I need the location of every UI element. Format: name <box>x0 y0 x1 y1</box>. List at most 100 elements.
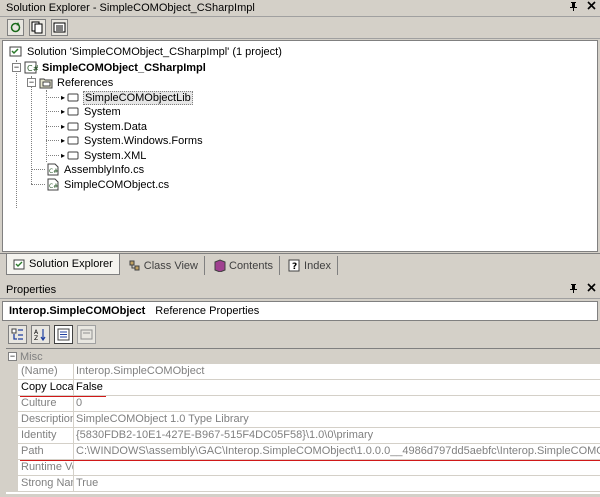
category-misc[interactable]: − Misc <box>6 349 600 364</box>
reference-label: System <box>84 105 121 118</box>
properties-icon <box>53 22 66 33</box>
tab-index[interactable]: ? Index <box>282 256 338 275</box>
property-value: True <box>76 477 99 489</box>
book-icon <box>214 259 226 272</box>
files-icon <box>31 21 43 34</box>
property-row[interactable]: (Name) Interop.SimpleCOMObject <box>6 364 600 380</box>
properties-button[interactable] <box>51 19 68 36</box>
property-key: Identity <box>18 428 74 443</box>
reference-icon <box>66 149 80 162</box>
reference-label: System.XML <box>84 149 147 162</box>
tab-class-view[interactable]: Class View <box>122 256 205 275</box>
property-key: Path <box>18 444 74 459</box>
reference-icon <box>66 105 80 118</box>
alphabetical-button[interactable]: AZ <box>31 324 50 344</box>
svg-text:?: ? <box>292 262 297 272</box>
property-grid: − Misc (Name) Interop.SimpleCOMObject Cop… <box>6 348 600 494</box>
close-icon[interactable] <box>587 283 596 297</box>
property-key: Strong Name <box>18 476 74 491</box>
tree-file-assemblyinfo[interactable]: C# AssemblyInfo.cs <box>46 162 145 177</box>
reference-icon <box>66 91 80 104</box>
pin-icon[interactable] <box>569 283 578 297</box>
solution-explorer-toolbar <box>0 17 600 39</box>
show-all-files-button[interactable] <box>29 19 46 36</box>
categorized-icon <box>11 328 23 340</box>
file-label: SimpleCOMObject.cs <box>64 178 170 191</box>
property-row[interactable]: Strong NameTrue <box>6 476 600 492</box>
category-label: Misc <box>20 350 43 363</box>
path-underline <box>20 460 600 461</box>
properties-pane: Properties Interop.SimpleCOMObject Refer… <box>0 282 600 497</box>
properties-view-button[interactable] <box>54 324 73 344</box>
solution-icon <box>9 45 23 58</box>
property-row[interactable]: Copy Local False <box>6 380 600 396</box>
property-row[interactable]: Culture 0 <box>6 396 600 412</box>
tree-solution-node[interactable]: Solution 'SimpleCOMObject_CSharpImpl' (1… <box>9 44 283 59</box>
property-row[interactable]: Description SimpleCOMObject 1.0 Type Libr… <box>6 412 600 428</box>
property-value: 0 <box>76 397 83 409</box>
tab-label: Index <box>304 259 331 272</box>
tree-references-node[interactable]: References <box>39 75 114 90</box>
collapse-references-toggle[interactable]: − <box>27 78 36 87</box>
collapse-category-toggle[interactable]: − <box>8 352 17 361</box>
csharp-project-icon: C# <box>24 61 38 74</box>
refresh-button[interactable] <box>7 19 24 36</box>
reference-label: SimpleCOMObjectLib <box>83 90 193 105</box>
tree-ref-system[interactable]: ▸ System <box>61 104 122 119</box>
object-type: Reference Properties <box>155 305 260 317</box>
collapse-project-toggle[interactable]: − <box>12 63 21 72</box>
file-label: AssemblyInfo.cs <box>64 163 145 176</box>
tab-label: Contents <box>229 259 274 272</box>
tab-label: Solution Explorer <box>29 258 113 270</box>
tree-ref-system-data[interactable]: ▸ System.Data <box>61 119 148 134</box>
property-key: Copy Local <box>18 380 74 395</box>
refresh-icon <box>10 22 21 33</box>
references-label: References <box>57 76 114 89</box>
property-value: SimpleCOMObject 1.0 Type Library <box>76 413 249 425</box>
tree-ref-system-windows-forms[interactable]: ▸ System.Windows.Forms <box>61 133 204 148</box>
property-pages-button[interactable] <box>77 324 96 344</box>
property-key: Runtime Version <box>18 460 74 475</box>
property-row[interactable]: Identity {5830FDB2-10E1-427E-B967-515F4DC… <box>6 428 600 444</box>
csharp-file-icon: C# <box>46 178 60 191</box>
property-list-icon <box>57 328 70 340</box>
close-icon[interactable] <box>587 1 596 15</box>
svg-text:C#: C# <box>49 183 58 190</box>
property-value: C:\WINDOWS\assembly\GAC\Interop.SimpleCO… <box>76 445 600 457</box>
references-folder-icon <box>39 76 53 89</box>
property-key: Description <box>18 412 74 427</box>
object-selector[interactable]: Interop.SimpleCOMObject Reference Proper… <box>2 301 598 321</box>
property-row[interactable]: Path C:\WINDOWS\assembly\GAC\Interop.Simp… <box>6 444 600 460</box>
pin-icon[interactable] <box>569 1 578 15</box>
property-key: (Name) <box>18 364 74 379</box>
properties-toolbar: AZ <box>0 321 600 347</box>
tree-ref-simplecomobjectlib[interactable]: ▸ SimpleCOMObjectLib <box>61 90 193 105</box>
property-value <box>74 460 600 475</box>
reference-label: System.Data <box>84 120 147 133</box>
tab-solution-explorer[interactable]: Solution Explorer <box>6 254 120 275</box>
project-label: SimpleCOMObject_CSharpImpl <box>42 61 206 74</box>
property-pages-icon <box>80 329 93 339</box>
property-value[interactable]: False <box>74 380 600 395</box>
reference-icon <box>66 134 80 147</box>
svg-text:C#: C# <box>27 64 38 73</box>
tree-project-node[interactable]: C# SimpleCOMObject_CSharpImpl <box>24 60 207 75</box>
categorized-button[interactable] <box>8 324 27 344</box>
property-key: Culture <box>18 396 74 411</box>
copy-local-underline <box>20 396 106 397</box>
sort-alpha-icon: AZ <box>34 328 46 341</box>
solution-explorer-titlebar: Solution Explorer - SimpleCOMObject_CSha… <box>0 0 600 17</box>
help-index-icon: ? <box>288 259 300 272</box>
tree-file-simplecomobject[interactable]: C# SimpleCOMObject.cs <box>46 177 170 192</box>
solution-label: Solution 'SimpleCOMObject_CSharpImpl' (1… <box>27 45 282 58</box>
solution-explorer-icon <box>13 259 25 269</box>
tab-contents[interactable]: Contents <box>207 256 281 275</box>
solution-explorer-pane: Solution Explorer - SimpleCOMObject_CSha… <box>0 0 600 281</box>
solution-tree: Solution 'SimpleCOMObject_CSharpImpl' (1… <box>2 40 598 252</box>
csharp-file-icon: C# <box>46 163 60 176</box>
tab-label: Class View <box>143 259 198 272</box>
svg-text:C#: C# <box>49 168 58 175</box>
tree-ref-system-xml[interactable]: ▸ System.XML <box>61 148 147 163</box>
class-view-icon <box>129 260 140 271</box>
property-row[interactable]: Runtime Version <box>6 460 600 476</box>
